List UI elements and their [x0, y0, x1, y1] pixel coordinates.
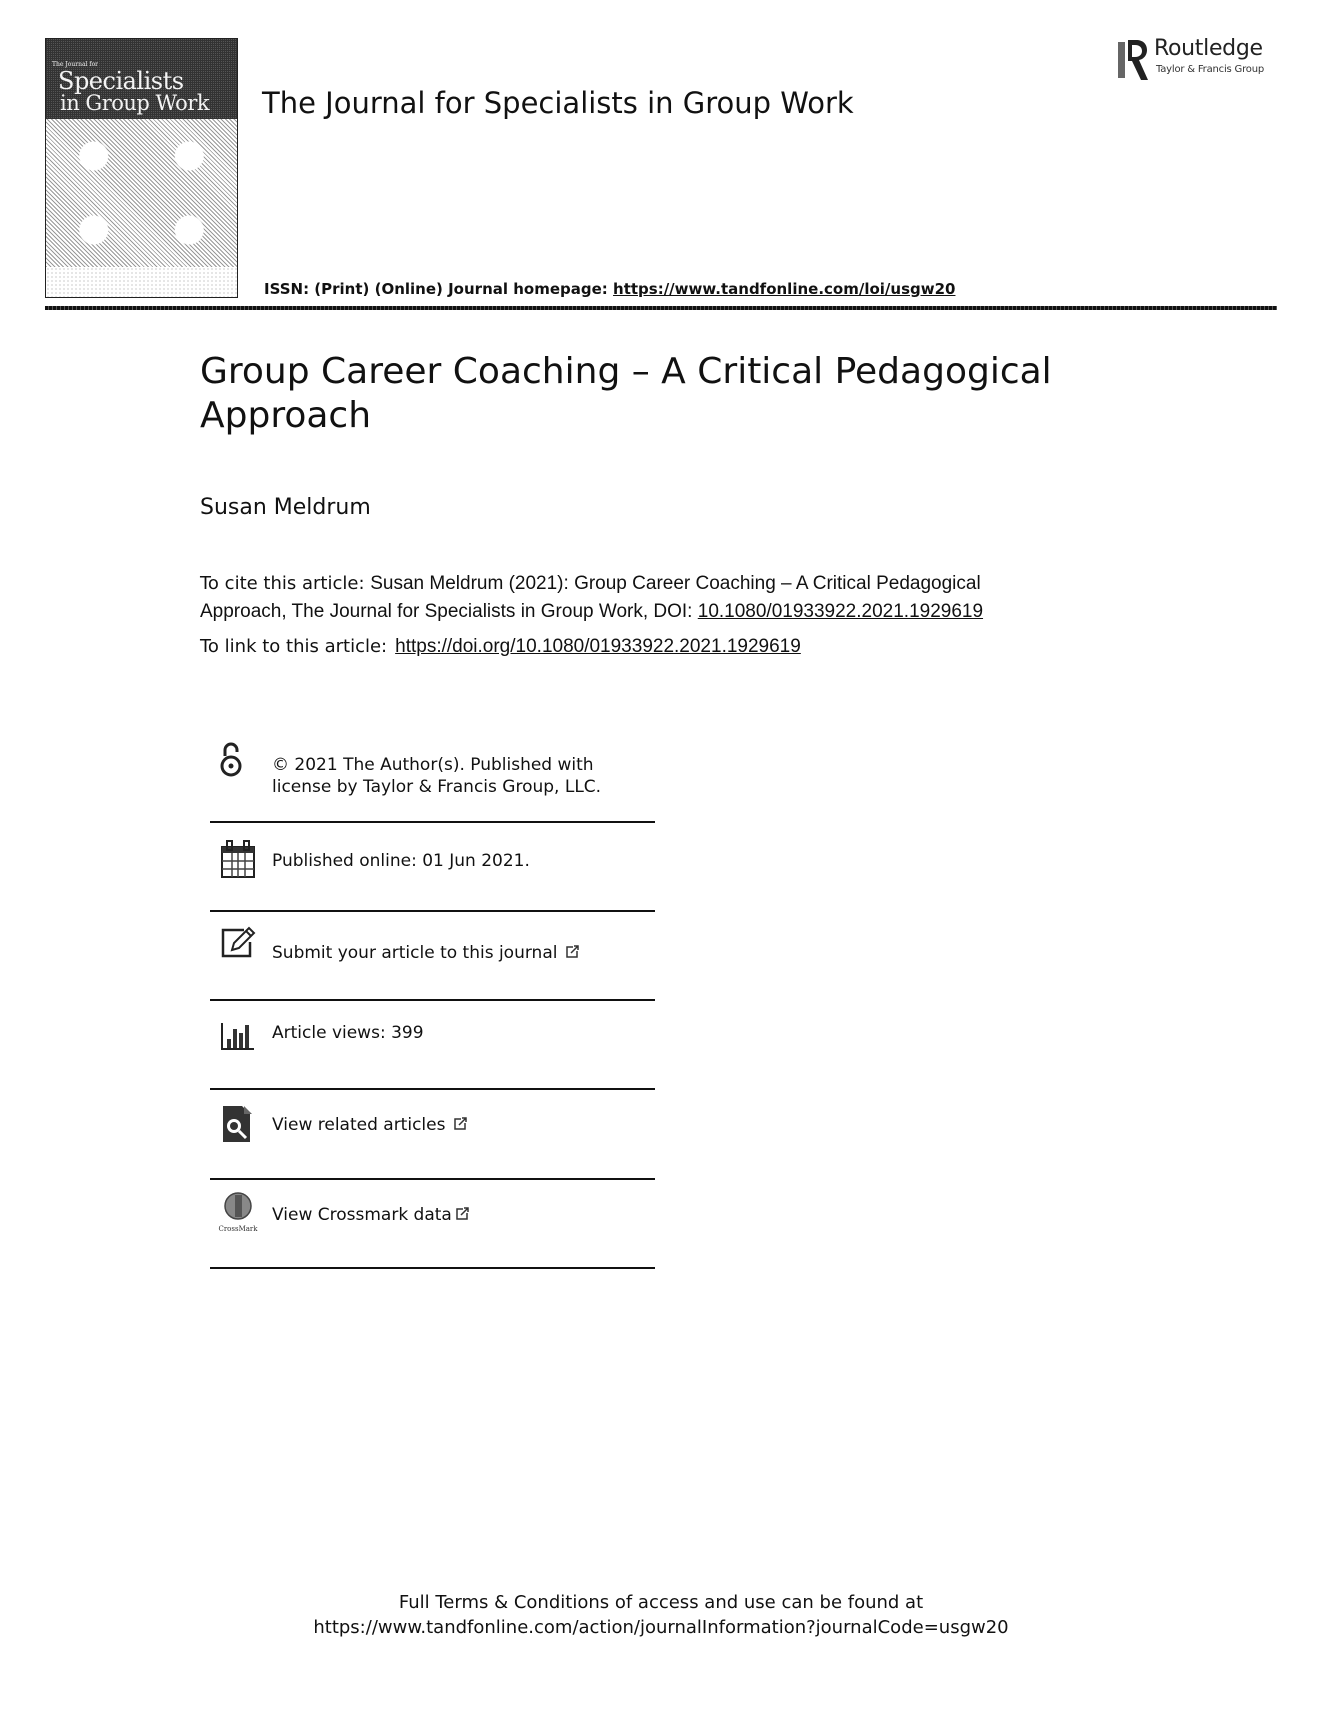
journal-homepage-link[interactable]: https://www.tandfonline.com/loi/usgw20	[613, 280, 955, 298]
submit-article-link[interactable]: Submit your article to this journal	[272, 942, 580, 964]
journal-title: The Journal for Specialists in Group Wor…	[262, 86, 854, 120]
terms-footer: Full Terms & Conditions of access and us…	[0, 1590, 1322, 1640]
bar-chart-icon	[221, 1023, 254, 1050]
related-articles-item[interactable]: View related articles	[210, 1090, 655, 1179]
external-link-icon	[456, 1207, 469, 1220]
published-item: Published online: 01 Jun 2021.	[210, 823, 655, 912]
routledge-r-icon	[1118, 40, 1148, 80]
related-articles-search-icon	[223, 1106, 252, 1142]
routledge-logo: Routledge Taylor & Francis Group	[1118, 36, 1278, 84]
citation-block: To cite this article: Susan Meldrum (202…	[200, 570, 1100, 626]
footer-line1: Full Terms & Conditions of access and us…	[398, 1592, 924, 1613]
license-item: © 2021 The Author(s). Published with lic…	[210, 738, 655, 827]
crossmark-item[interactable]: CrossMark View Crossmark data	[210, 1180, 655, 1269]
cite-text-line2: Approach, The Journal for Specialists in…	[200, 601, 698, 622]
cover-footer	[46, 267, 237, 297]
link-label: To link to this article:	[200, 636, 388, 657]
submit-article-label: Submit your article to this journal	[272, 943, 558, 963]
doi-link[interactable]: 10.1080/01933922.2021.1929619	[698, 601, 983, 622]
calendar-icon	[221, 840, 255, 878]
issn-label: ISSN: (Print) (Online) Journal homepage:	[264, 280, 614, 298]
related-articles-link[interactable]: View related articles	[272, 1114, 468, 1136]
cover-title-line2: in Group Work	[60, 91, 210, 115]
license-line2: license by Taylor & Francis Group, LLC.	[272, 777, 602, 797]
crossmark-link[interactable]: View Crossmark data	[272, 1204, 469, 1226]
divider	[210, 1267, 655, 1269]
related-articles-label: View related articles	[272, 1115, 446, 1135]
crossmark-label: View Crossmark data	[272, 1205, 452, 1225]
cite-label: To cite this article:	[200, 573, 371, 594]
article-views: Article views: 399	[272, 1023, 424, 1043]
crossmark-caption: CrossMark	[218, 1225, 258, 1233]
license-text: © 2021 The Author(s). Published with lic…	[272, 754, 601, 798]
article-author: Susan Meldrum	[200, 495, 371, 520]
article-title-line2: Approach	[200, 395, 372, 436]
publisher-subtitle: Taylor & Francis Group	[1156, 64, 1264, 75]
open-access-icon	[220, 742, 242, 777]
external-link-icon	[454, 1117, 468, 1130]
article-doi-url-link[interactable]: https://doi.org/10.1080/01933922.2021.19…	[395, 636, 801, 657]
publisher-name: Routledge	[1154, 36, 1263, 61]
article-views-item: Article views: 399	[210, 1001, 655, 1090]
crossmark-icon: CrossMark	[218, 1192, 258, 1233]
issn-line: ISSN: (Print) (Online) Journal homepage:…	[264, 280, 955, 298]
external-link-icon	[566, 945, 580, 958]
header-rule	[45, 306, 1277, 310]
footer-terms-url[interactable]: https://www.tandfonline.com/action/journ…	[0, 1615, 1322, 1640]
journal-cover-image: The Journal for Specialists in Group Wor…	[45, 38, 238, 298]
article-title: Group Career Coaching – A Critical Pedag…	[200, 350, 1100, 438]
edit-pencil-icon	[221, 926, 256, 958]
article-title-line1: Group Career Coaching – A Critical Pedag…	[200, 351, 1052, 392]
cover-pattern	[46, 119, 237, 267]
article-link-line: To link to this article: https://doi.org/…	[200, 636, 801, 658]
license-line1: © 2021 The Author(s). Published with	[272, 755, 594, 775]
published-date: Published online: 01 Jun 2021.	[272, 851, 530, 871]
cite-text-line1: Susan Meldrum (2021): Group Career Coach…	[370, 573, 981, 594]
submit-article-item[interactable]: Submit your article to this journal	[210, 912, 655, 1001]
